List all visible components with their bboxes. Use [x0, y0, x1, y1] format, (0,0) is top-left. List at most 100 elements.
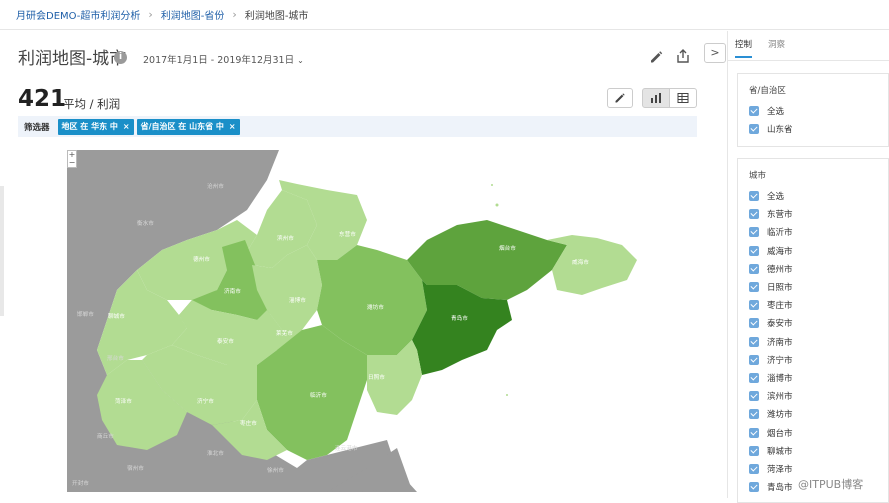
filter-chip-region[interactable]: 地区 在 华东 中 ×: [57, 118, 134, 135]
checkbox[interactable]: [749, 409, 759, 420]
checkbox[interactable]: [749, 445, 759, 456]
city-option[interactable]: 济宁市: [749, 351, 888, 369]
checkbox[interactable]: [749, 300, 759, 311]
zoom-out-button[interactable]: −: [69, 158, 76, 167]
checkbox[interactable]: [749, 318, 759, 329]
map-label: 枣庄市: [240, 419, 257, 427]
city-option[interactable]: 淄博市: [749, 369, 888, 387]
city-filter-title: 城市: [749, 171, 767, 181]
map-label: 徐州市: [267, 466, 284, 474]
checkbox[interactable]: [749, 372, 759, 383]
breadcrumb-item-province-map[interactable]: 利润地图-省份: [161, 7, 225, 22]
checkbox[interactable]: [749, 354, 759, 365]
edit-visual-button[interactable]: [607, 88, 633, 108]
city-option[interactable]: 济南市: [749, 333, 888, 351]
checkbox[interactable]: [749, 463, 759, 474]
city-option[interactable]: 德州市: [749, 260, 888, 278]
island: [495, 203, 499, 207]
date-range-selector[interactable]: 2017年1月1日 - 2019年12月31日 ⌄: [143, 52, 304, 66]
map-label: 威海市: [572, 258, 589, 266]
chevron-down-icon: ⌄: [297, 56, 304, 65]
option-label: 日照市: [767, 283, 793, 294]
close-icon[interactable]: ×: [123, 122, 130, 131]
map-label: 衡水市: [137, 219, 154, 227]
option-label: 泰安市: [767, 319, 793, 330]
option-label: 全选: [767, 192, 785, 203]
map-label: 滨州市: [277, 234, 294, 242]
checkbox[interactable]: [749, 124, 759, 135]
option-label: 烟台市: [767, 428, 793, 439]
panel-tabs: 控制 洞察: [735, 38, 801, 58]
map-label: 潍坊市: [367, 303, 384, 311]
province-filter-card: 省/自治区 全选 山东省: [737, 73, 889, 147]
map-label: 沧州市: [207, 182, 224, 190]
option-label: 青岛市: [767, 483, 793, 494]
panel-divider: [727, 31, 728, 498]
map-label: 东营市: [339, 230, 356, 238]
checkbox[interactable]: [749, 227, 759, 238]
option-label: 全选: [767, 107, 785, 118]
breadcrumb-item-dashboard[interactable]: 月研会DEMO-超市利润分析: [16, 7, 140, 22]
option-label: 东营市: [767, 210, 793, 221]
filter-label: 筛选器: [24, 122, 50, 133]
province-option[interactable]: 全选: [749, 102, 888, 120]
chart-view-button[interactable]: [642, 88, 670, 108]
city-option[interactable]: 威海市: [749, 242, 888, 260]
chevron-right-icon: ›: [232, 8, 237, 21]
city-option[interactable]: 滨州市: [749, 387, 888, 405]
checkbox[interactable]: [749, 282, 759, 293]
table-view-button[interactable]: [669, 88, 697, 108]
collapse-panel-button[interactable]: >: [704, 43, 726, 63]
checkbox[interactable]: [749, 263, 759, 274]
filter-chip-text: 省/自治区 在 山东省 中: [140, 121, 224, 131]
filter-chip-province[interactable]: 省/自治区 在 山东省 中 ×: [136, 118, 240, 135]
city-option[interactable]: 全选: [749, 187, 888, 205]
bar-chart-icon: [651, 93, 661, 103]
city-option[interactable]: 日照市: [749, 278, 888, 296]
map-label: 聊城市: [108, 312, 125, 320]
checkbox[interactable]: [749, 209, 759, 220]
breadcrumb-item-city-map: 利润地图-城市: [244, 11, 309, 22]
city-option[interactable]: 东营市: [749, 205, 888, 223]
checkbox[interactable]: [749, 427, 759, 438]
map-label: 济南市: [224, 287, 241, 295]
option-label: 淄博市: [767, 373, 793, 384]
city-option[interactable]: 潍坊市: [749, 405, 888, 423]
map-label: 邢台市: [107, 354, 124, 362]
left-edge-handle[interactable]: [0, 186, 4, 316]
close-icon[interactable]: ×: [229, 122, 236, 131]
city-option[interactable]: 泰安市: [749, 314, 888, 332]
city-option-list: 全选东营市临沂市威海市德州市日照市枣庄市泰安市济南市济宁市淄博市滨州市潍坊市烟台…: [749, 187, 888, 496]
province-option[interactable]: 山东省: [749, 120, 888, 138]
tab-controls[interactable]: 控制: [735, 38, 753, 58]
info-icon[interactable]: i: [114, 51, 127, 64]
filter-bar: 筛选器 地区 在 华东 中 × 省/自治区 在 山东省 中 ×: [18, 116, 697, 137]
checkbox[interactable]: [749, 482, 759, 493]
checkbox[interactable]: [749, 106, 759, 117]
map-label: 泰安市: [217, 337, 234, 345]
option-label: 菏泽市: [767, 464, 793, 475]
city-option[interactable]: 聊城市: [749, 442, 888, 460]
city-option[interactable]: 临沂市: [749, 223, 888, 241]
map-zoom-control[interactable]: + −: [67, 150, 77, 168]
map-label: 济宁市: [197, 397, 214, 405]
checkbox[interactable]: [749, 245, 759, 256]
checkbox[interactable]: [749, 191, 759, 202]
map-label: 开封市: [72, 479, 89, 487]
tab-underline: [728, 60, 889, 61]
edit-icon[interactable]: [648, 49, 664, 65]
option-label: 潍坊市: [767, 410, 793, 421]
city-option[interactable]: 枣庄市: [749, 296, 888, 314]
choropleth-map[interactable]: 沧州市 衡水市 邯郸市 邢台市 宿州市 商丘市 徐州市 连云港市 淮北市 开封市…: [67, 150, 637, 492]
checkbox[interactable]: [749, 391, 759, 402]
map-label: 莱芜市: [276, 329, 293, 337]
tab-insights[interactable]: 洞察: [768, 38, 785, 58]
option-label: 威海市: [767, 246, 793, 257]
checkbox[interactable]: [749, 336, 759, 347]
option-label: 济南市: [767, 337, 793, 348]
map-label: 商丘市: [97, 432, 114, 440]
option-label: 德州市: [767, 264, 793, 275]
map-label: 宿州市: [127, 464, 144, 472]
share-icon[interactable]: [674, 47, 692, 65]
city-option[interactable]: 烟台市: [749, 423, 888, 441]
